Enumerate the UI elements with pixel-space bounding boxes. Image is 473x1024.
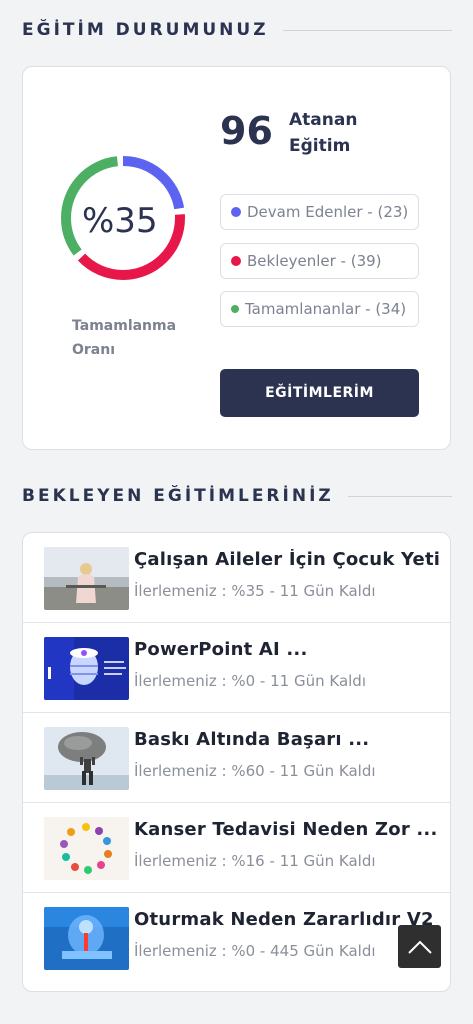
training-progress: İlerlemeniz : %16 - 11 Gün Kaldı [134,852,376,870]
legend-pending-label: Bekleyenler - (39) [247,252,382,270]
scroll-to-top-button[interactable] [398,925,441,968]
spine-anatomy-image [44,907,129,970]
training-progress: İlerlemeniz : %0 - 445 Gün Kaldı [134,942,376,960]
list-item[interactable]: Baskı Altında Başarı ... İlerlemeniz : %… [23,713,450,803]
blue-dot-icon [231,207,241,217]
assigned-count: 96 [220,109,273,153]
training-progress: İlerlemeniz : %35 - 11 Gün Kaldı [134,582,376,600]
training-title: Kanser Tedavisi Neden Zor ... [134,819,438,840]
assigned-label-line2: Eğitim [289,136,351,156]
legend-in-progress[interactable]: Devam Edenler - (23) [220,194,419,230]
red-dot-icon [231,256,241,266]
training-title: Çalışan Aileler İçin Çocuk Yeti ... [134,549,439,570]
legend-pending[interactable]: Bekleyenler - (39) [220,243,419,279]
pending-section-title: BEKLEYEN EĞİTİMLERİNİZ [22,486,334,506]
rate-label-line2: Oranı [72,342,116,358]
status-section-title: EĞİTİM DURUMUNUZ [22,20,269,40]
status-section-header: EĞİTİM DURUMUNUZ [22,20,452,40]
ai-device-image [44,637,129,700]
training-title: Baskı Altında Başarı ... [134,729,370,750]
pending-section-header: BEKLEYEN EĞİTİMLERİNİZ [22,486,452,506]
list-item[interactable]: Kanser Tedavisi Neden Zor ... İlerlemeni… [23,803,450,893]
ribbons-circle-image [44,817,129,880]
training-status-card: %35 Tamamlanma Oranı 96 Atanan Eğitim De… [22,66,451,450]
divider-line [347,495,452,497]
completion-rate-label: Tamamlanma Oranı [72,314,176,362]
pending-trainings-list: Çalışan Aileler İçin Çocuk Yeti ... İler… [22,532,451,992]
list-item[interactable]: Çalışan Aileler İçin Çocuk Yeti ... İler… [23,533,450,623]
green-dot-icon [231,305,239,313]
legend-completed-label: Tamamlananlar - (34) [245,300,407,318]
training-title: PowerPoint AI ... [134,639,308,660]
list-item[interactable]: PowerPoint AI ... İlerlemeniz : %0 - 11 … [23,623,450,713]
training-progress: İlerlemeniz : %60 - 11 Gün Kaldı [134,762,376,780]
training-title: Oturmak Neden Zararlıdır V2 ... [134,909,439,930]
woman-standing-image [44,547,129,610]
completion-percent: %35 [82,201,158,241]
divider-line [282,29,452,31]
list-item[interactable]: Oturmak Neden Zararlıdır V2 ... İlerleme… [23,893,450,983]
man-carrying-rock-image [44,727,129,790]
chevron-up-icon [407,940,432,954]
rate-label-line1: Tamamlanma [72,318,177,334]
assigned-label-line1: Atanan [289,110,358,130]
legend-in-progress-label: Devam Edenler - (23) [247,203,409,221]
legend-completed[interactable]: Tamamlananlar - (34) [220,291,419,327]
assigned-label: Atanan Eğitim [289,107,357,159]
training-progress: İlerlemeniz : %0 - 11 Gün Kaldı [134,672,366,690]
my-trainings-button[interactable]: EĞİTİMLERİM [220,369,419,417]
